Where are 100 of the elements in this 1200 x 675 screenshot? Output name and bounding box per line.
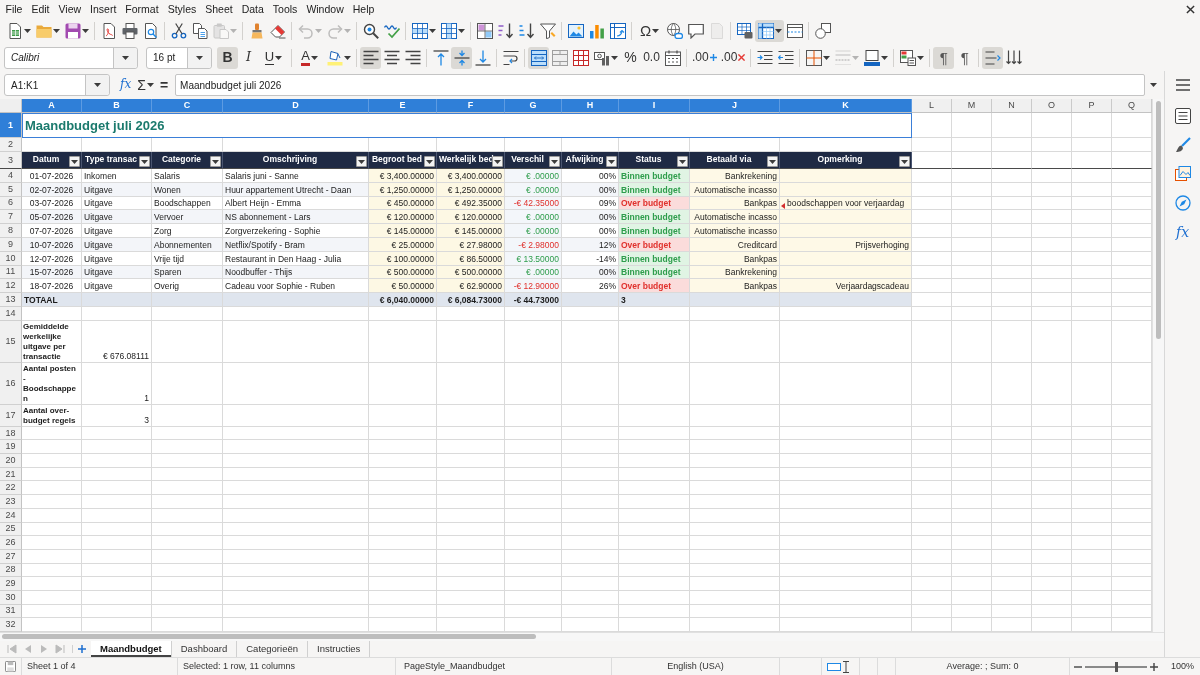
row-header[interactable]: 23 bbox=[0, 495, 22, 509]
horizontal-scrollbar[interactable] bbox=[0, 632, 1164, 641]
filter-dropdown-button[interactable] bbox=[549, 156, 560, 167]
menu-item[interactable]: Insert bbox=[85, 1, 121, 17]
right-to-left-button[interactable]: ¶ bbox=[954, 46, 976, 69]
expand-formula-button[interactable] bbox=[1147, 83, 1160, 87]
filter-dropdown-button[interactable] bbox=[139, 156, 150, 167]
scrollbar-thumb[interactable] bbox=[1156, 101, 1161, 340]
functions-button[interactable]: fx bbox=[1170, 221, 1195, 243]
column-header[interactable]: A bbox=[22, 99, 82, 113]
column-header[interactable]: J bbox=[690, 99, 780, 113]
row-header[interactable]: 20 bbox=[0, 454, 22, 468]
font-name-field[interactable]: Calibri bbox=[4, 46, 138, 69]
row-header[interactable]: 19 bbox=[0, 440, 22, 455]
menu-item[interactable]: Help bbox=[348, 1, 379, 17]
row-header[interactable]: 17 bbox=[0, 404, 22, 427]
pivot-table-button[interactable] bbox=[607, 20, 628, 42]
formula-button[interactable]: = bbox=[157, 74, 171, 96]
column-header[interactable]: K bbox=[780, 99, 912, 113]
sum-button[interactable]: Σ bbox=[135, 74, 156, 96]
row-header[interactable]: 29 bbox=[0, 577, 22, 591]
menu-item[interactable]: Window bbox=[301, 1, 349, 17]
shapes-button[interactable] bbox=[812, 20, 833, 42]
filter-dropdown-button[interactable] bbox=[899, 156, 910, 167]
column-header[interactable]: F bbox=[437, 99, 505, 113]
dropdown-button[interactable] bbox=[113, 47, 137, 68]
menu-item[interactable]: View bbox=[54, 1, 86, 17]
column-header[interactable]: O bbox=[1032, 99, 1072, 113]
row-header[interactable]: 7 bbox=[0, 210, 22, 225]
filter-dropdown-button[interactable] bbox=[424, 156, 435, 167]
percent-format-button[interactable]: % bbox=[620, 46, 641, 69]
function-wizard-button[interactable]: fx bbox=[118, 74, 134, 96]
hyperlink-button[interactable] bbox=[664, 20, 685, 42]
sort-button[interactable] bbox=[474, 20, 495, 42]
formula-input[interactable]: Maandbudget juli 2026 bbox=[175, 74, 1145, 96]
column-header[interactable]: C bbox=[152, 99, 223, 113]
column-header[interactable]: Q bbox=[1112, 99, 1152, 113]
menu-item[interactable]: Edit bbox=[26, 1, 54, 17]
column-header[interactable]: H bbox=[562, 99, 619, 113]
column-header[interactable]: D bbox=[223, 99, 369, 113]
left-to-right-button[interactable]: ¶ bbox=[933, 46, 955, 69]
filter-dropdown-button[interactable] bbox=[677, 156, 688, 167]
vertical-scrollbar[interactable] bbox=[1152, 99, 1164, 632]
column-header[interactable]: E bbox=[369, 99, 437, 113]
rows-button[interactable] bbox=[409, 20, 438, 42]
row-header[interactable]: 12 bbox=[0, 279, 22, 294]
row-header[interactable]: 13 bbox=[0, 293, 22, 307]
filter-dropdown-button[interactable] bbox=[69, 156, 80, 167]
merge-center-button[interactable] bbox=[528, 46, 549, 69]
row-header[interactable]: 16 bbox=[0, 362, 22, 405]
row-header[interactable]: 1 bbox=[0, 113, 22, 138]
scrollbar-thumb[interactable] bbox=[2, 634, 536, 639]
menu-item[interactable]: Format bbox=[120, 1, 164, 17]
row-header[interactable]: 22 bbox=[0, 481, 22, 496]
close-document-button[interactable] bbox=[1186, 4, 1195, 14]
menu-item[interactable]: Sheet bbox=[200, 1, 238, 17]
menu-item[interactable]: File bbox=[1, 1, 27, 17]
dropdown-button[interactable] bbox=[85, 75, 109, 95]
freeze-panes-button[interactable] bbox=[755, 20, 784, 42]
zoom-in-button[interactable] bbox=[1150, 662, 1158, 671]
sheet-tab[interactable]: Categorieën bbox=[237, 641, 308, 657]
row-header[interactable]: 4 bbox=[0, 169, 22, 183]
column-header[interactable]: M bbox=[952, 99, 992, 113]
italic-button[interactable]: I bbox=[238, 46, 259, 69]
autofilter-button[interactable] bbox=[537, 20, 558, 42]
dropdown-button[interactable] bbox=[187, 47, 211, 68]
filter-dropdown-button[interactable] bbox=[210, 156, 221, 167]
align-left-button[interactable] bbox=[360, 46, 381, 69]
row-header[interactable]: 26 bbox=[0, 536, 22, 550]
columns-button[interactable] bbox=[438, 20, 467, 42]
sheet-tab[interactable]: Maandbudget bbox=[91, 641, 172, 657]
menu-item[interactable]: Data bbox=[237, 1, 269, 17]
sheet-tab[interactable]: Instructies bbox=[308, 641, 371, 657]
column-header[interactable]: N bbox=[992, 99, 1032, 113]
number-format-button[interactable]: 0.0 bbox=[641, 46, 662, 69]
column-header[interactable]: P bbox=[1072, 99, 1112, 113]
row-header[interactable]: 3 bbox=[0, 152, 22, 169]
print-area-button[interactable] bbox=[734, 20, 755, 42]
column-header[interactable]: I bbox=[619, 99, 690, 113]
column-header[interactable]: G bbox=[505, 99, 562, 113]
align-middle-button[interactable] bbox=[451, 46, 472, 69]
column-header[interactable]: L bbox=[912, 99, 952, 113]
name-box[interactable]: A1:K1 bbox=[4, 74, 110, 96]
row-header[interactable]: 32 bbox=[0, 618, 22, 632]
zoom-out-button[interactable] bbox=[1074, 665, 1082, 668]
row-header[interactable]: 8 bbox=[0, 224, 22, 238]
bold-button[interactable]: B bbox=[217, 46, 238, 69]
add-decimal-button[interactable]: .00 bbox=[690, 46, 719, 69]
column-header[interactable]: B bbox=[82, 99, 152, 113]
font-color-button[interactable]: A bbox=[295, 46, 324, 69]
row-header[interactable]: 2 bbox=[0, 138, 22, 152]
filter-dropdown-button[interactable] bbox=[492, 156, 503, 167]
font-size-field[interactable]: 16 pt bbox=[146, 46, 212, 69]
delete-decimal-button[interactable]: .00 bbox=[718, 46, 748, 69]
underline-button[interactable]: U bbox=[259, 46, 288, 69]
menu-item[interactable]: Styles bbox=[163, 1, 201, 17]
zoom-slider-thumb[interactable] bbox=[1114, 661, 1118, 672]
menu-item[interactable]: Tools bbox=[268, 1, 302, 17]
row-header[interactable]: 15 bbox=[0, 320, 22, 363]
filter-dropdown-button[interactable] bbox=[356, 156, 367, 167]
